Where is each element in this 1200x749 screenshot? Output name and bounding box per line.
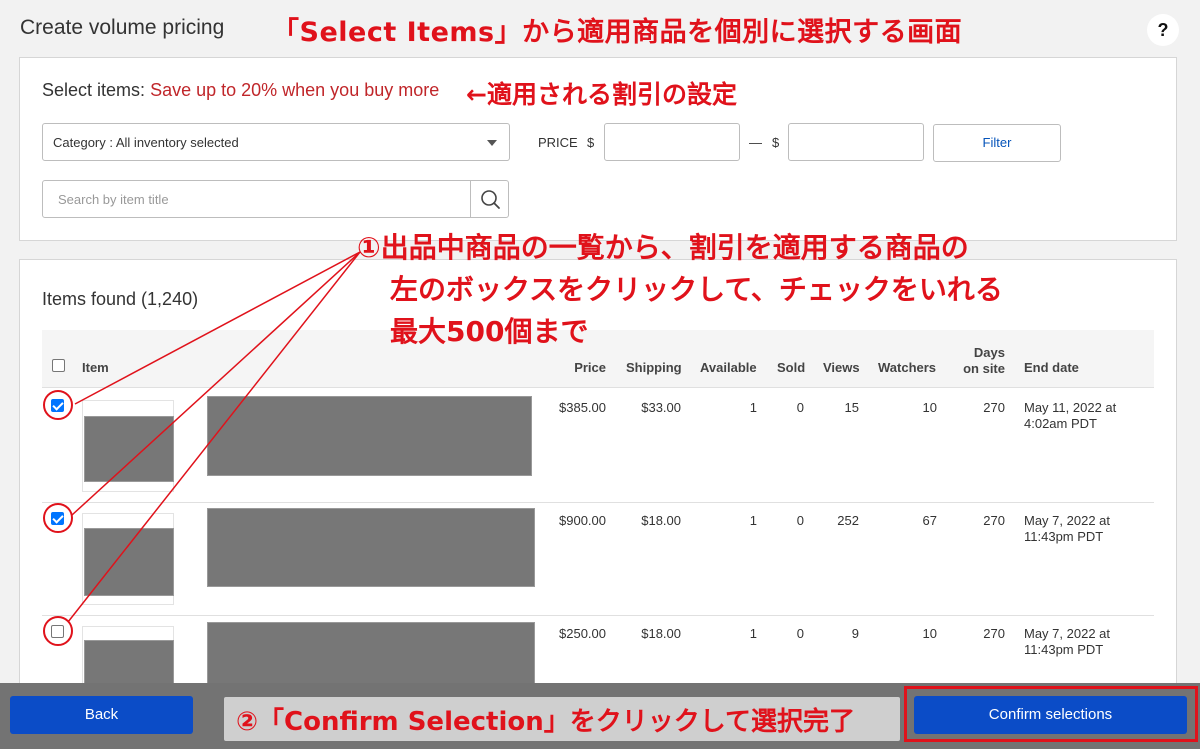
row-price: $250.00 bbox=[559, 626, 606, 641]
items-found-count: Items found (1,240) bbox=[42, 289, 199, 309]
column-available: Available bbox=[700, 360, 757, 375]
select-items-label: Select items: bbox=[42, 80, 146, 100]
annotation-highlight-circle bbox=[43, 503, 73, 533]
row-watchers: 10 bbox=[922, 400, 937, 415]
select-all-checkbox[interactable] bbox=[52, 359, 65, 372]
row-available: 1 bbox=[749, 513, 757, 528]
back-button[interactable]: Back bbox=[10, 696, 193, 734]
annotation-screen-description: 「Select Items」から適用商品を個別に選択する画面 bbox=[272, 17, 963, 48]
price-range-dash: — bbox=[749, 135, 762, 150]
select-items-heading: Select items: Save up to 20% when you bu… bbox=[42, 80, 439, 101]
help-button[interactable]: ? bbox=[1147, 14, 1179, 46]
row-available: 1 bbox=[749, 400, 757, 415]
row-days: 270 bbox=[983, 626, 1005, 641]
search-icon bbox=[481, 190, 500, 209]
category-select[interactable]: Category : All inventory selected bbox=[42, 123, 510, 161]
column-views: Views bbox=[823, 360, 860, 375]
column-sold: Sold bbox=[777, 360, 806, 375]
filter-button[interactable]: Filter bbox=[933, 124, 1061, 162]
price-min-currency: $ bbox=[587, 135, 595, 150]
row-divider bbox=[42, 502, 1154, 503]
column-item: Item bbox=[82, 360, 109, 375]
row-days: 270 bbox=[983, 513, 1005, 528]
row-end-date-line1: May 7, 2022 at bbox=[1024, 626, 1110, 641]
page-title: Create volume pricing bbox=[20, 16, 225, 39]
search-button[interactable] bbox=[470, 180, 509, 218]
row-sold: 0 bbox=[796, 400, 804, 415]
row-watchers: 10 bbox=[922, 626, 937, 641]
row-end-date: May 7, 2022 at 11:43pm PDT bbox=[1024, 626, 1110, 658]
row-available: 1 bbox=[749, 626, 757, 641]
annotation-highlight-circle bbox=[43, 390, 73, 420]
row-end-date-line1: May 7, 2022 at bbox=[1024, 513, 1110, 528]
redacted-item-title[interactable] bbox=[207, 396, 532, 476]
redacted-image bbox=[84, 640, 174, 684]
redacted-item-title[interactable] bbox=[207, 508, 535, 587]
column-watchers: Watchers bbox=[878, 360, 937, 375]
row-sold: 0 bbox=[796, 513, 804, 528]
redacted-image bbox=[84, 416, 174, 482]
price-min-input[interactable] bbox=[604, 123, 740, 161]
price-max-input[interactable] bbox=[788, 123, 924, 161]
annotation-line: ①出品中商品の一覧から、割引を適用する商品の bbox=[357, 231, 969, 264]
row-shipping: $33.00 bbox=[641, 400, 681, 415]
row-shipping: $18.00 bbox=[641, 626, 681, 641]
row-end-date: May 7, 2022 at 11:43pm PDT bbox=[1024, 513, 1110, 545]
column-days-line2: on site bbox=[963, 361, 1005, 376]
annotation-line: 最大500個まで bbox=[390, 315, 589, 348]
row-shipping: $18.00 bbox=[641, 513, 681, 528]
row-divider bbox=[42, 615, 1154, 616]
column-end-date: End date bbox=[1024, 360, 1079, 375]
redacted-item-title[interactable] bbox=[207, 622, 535, 684]
search-input[interactable] bbox=[42, 180, 471, 218]
annotation-discount-setting: ←適用される割引の設定 bbox=[466, 80, 737, 109]
row-end-date-line1: May 11, 2022 at bbox=[1024, 400, 1117, 415]
column-shipping: Shipping bbox=[626, 360, 682, 375]
price-max-currency: $ bbox=[772, 135, 780, 150]
row-days: 270 bbox=[983, 400, 1005, 415]
row-sold: 0 bbox=[796, 626, 804, 641]
row-price: $385.00 bbox=[559, 400, 606, 415]
discount-rule-name: Save up to 20% when you buy more bbox=[150, 80, 440, 100]
row-end-date-line2: 4:02am PDT bbox=[1024, 416, 1097, 431]
row-end-date: May 11, 2022 at 4:02am PDT bbox=[1024, 400, 1116, 432]
row-watchers: 67 bbox=[922, 513, 937, 528]
price-label: PRICE bbox=[538, 135, 578, 150]
annotation-confirm-instruction: ②「Confirm Selection」をクリックして選択完了 bbox=[236, 707, 855, 737]
column-price: Price bbox=[574, 360, 606, 375]
row-views: 9 bbox=[851, 626, 859, 641]
row-price: $900.00 bbox=[559, 513, 606, 528]
annotation-selection-instructions: ①出品中商品の一覧から、割引を適用する商品の 左のボックスをクリックして、チェッ… bbox=[357, 227, 1003, 353]
annotation-highlight-frame bbox=[904, 686, 1198, 742]
row-end-date-line2: 11:43pm PDT bbox=[1024, 642, 1104, 657]
row-end-date-line2: 11:43pm PDT bbox=[1024, 529, 1104, 544]
chevron-down-icon bbox=[487, 140, 497, 146]
redacted-image bbox=[84, 528, 174, 596]
annotation-line: 左のボックスをクリックして、チェックをいれる bbox=[390, 273, 1003, 306]
row-views: 252 bbox=[837, 513, 859, 528]
category-select-value: Category : All inventory selected bbox=[53, 135, 239, 150]
row-views: 15 bbox=[844, 400, 859, 415]
annotation-highlight-circle bbox=[43, 616, 73, 646]
